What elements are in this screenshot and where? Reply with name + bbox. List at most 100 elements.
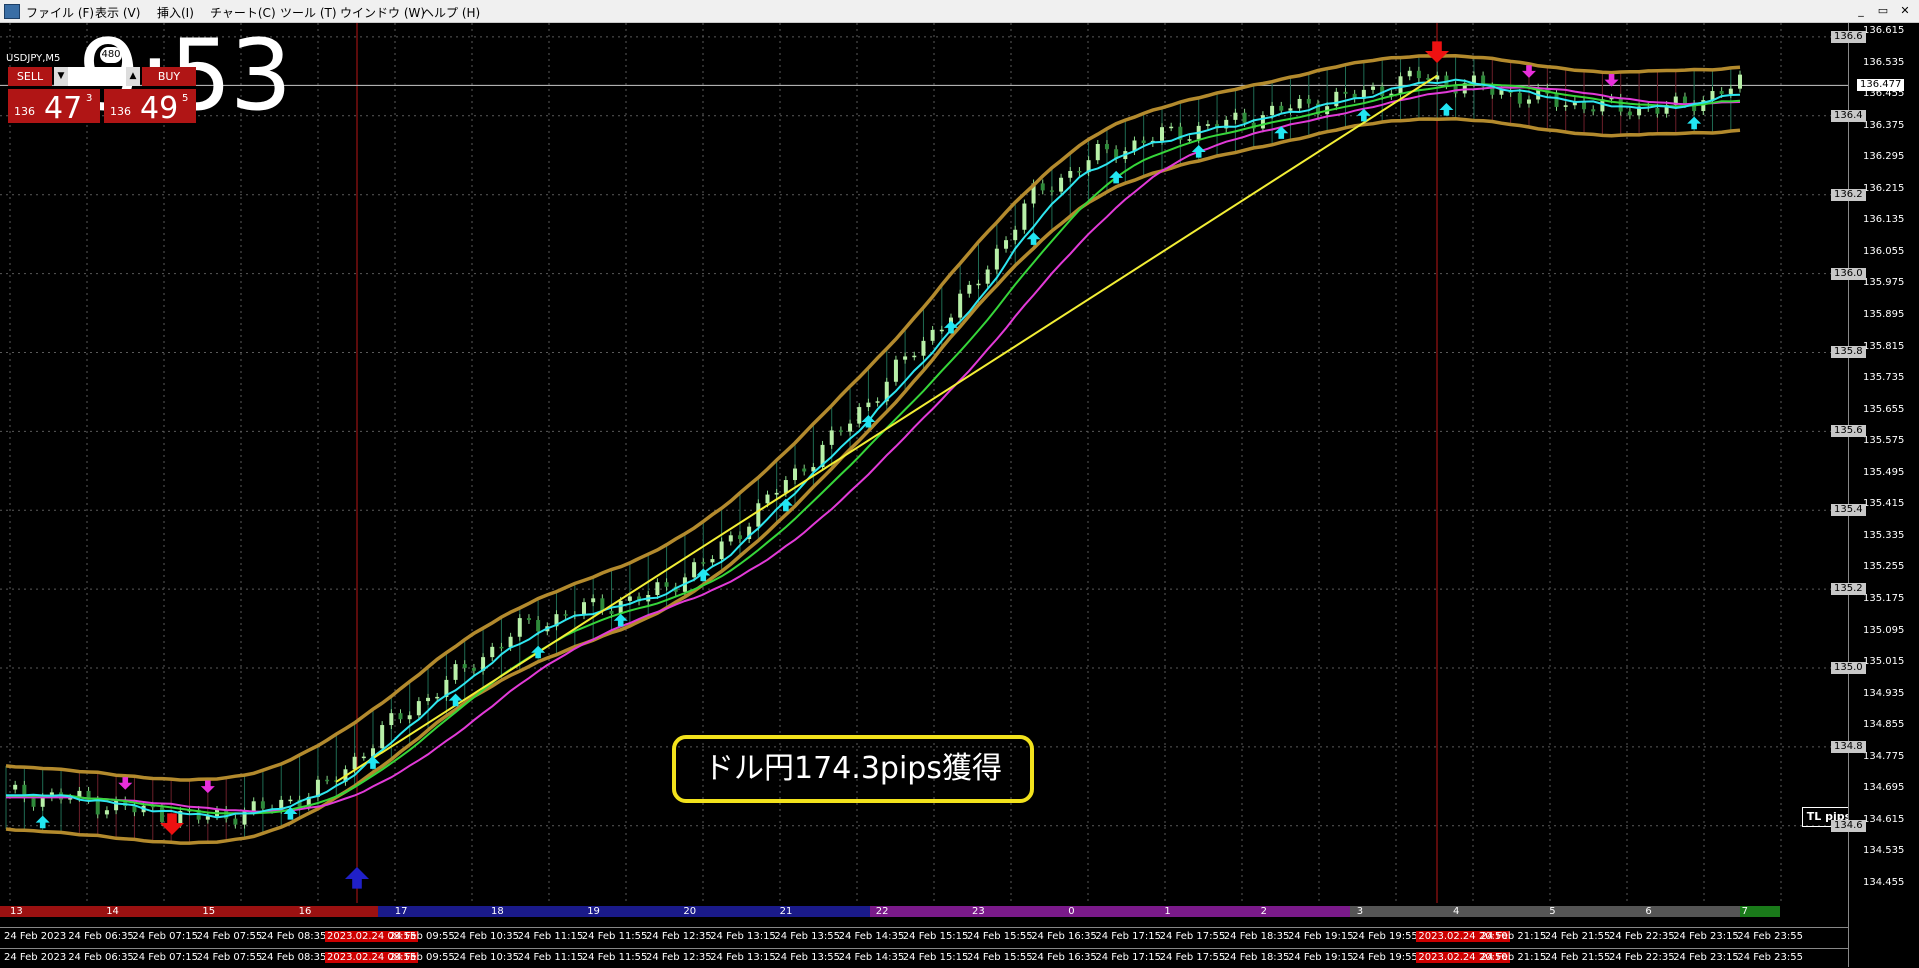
candle-body bbox=[132, 806, 137, 813]
sell-arrow-icon bbox=[1521, 65, 1536, 78]
lot-increase-icon[interactable]: ▲ bbox=[126, 67, 140, 86]
candle-body bbox=[710, 559, 715, 563]
sell-button[interactable]: SELL bbox=[8, 67, 52, 86]
hour-marker-label: 20 bbox=[683, 906, 697, 917]
band-fill bbox=[5, 55, 1732, 844]
candle-body bbox=[380, 725, 385, 749]
price-tick-label: 135.335 bbox=[1863, 529, 1905, 541]
candle-body bbox=[829, 430, 834, 445]
candle-body bbox=[1233, 112, 1238, 120]
session-segment bbox=[870, 906, 1350, 917]
price-chart[interactable] bbox=[0, 23, 1848, 967]
ma-fast-line bbox=[6, 78, 1741, 819]
candle-body bbox=[793, 468, 798, 481]
candle-body bbox=[774, 492, 779, 495]
candle-body bbox=[490, 646, 495, 658]
candle-body bbox=[1591, 109, 1596, 112]
candle-body bbox=[783, 480, 788, 493]
time-tick-label: 24 Feb 14:35 bbox=[838, 952, 905, 963]
buy-price[interactable]: 136 49 5 bbox=[104, 89, 196, 126]
lot-decrease-icon[interactable]: ▼ bbox=[54, 67, 68, 86]
candle-body bbox=[958, 293, 963, 318]
time-tick-label: 24 Feb 12:35 bbox=[646, 931, 712, 942]
candle-body bbox=[563, 614, 568, 616]
candle-body bbox=[526, 618, 531, 621]
sell-arrow-icon bbox=[1604, 74, 1619, 87]
price-tick-label: 136.615 bbox=[1863, 25, 1905, 36]
buy-price-prefix: 136 bbox=[110, 105, 131, 118]
menu-window[interactable]: ウインドウ (W) bbox=[340, 4, 425, 21]
candle-body bbox=[582, 602, 586, 616]
app-icon[interactable] bbox=[4, 4, 20, 19]
candle-body bbox=[416, 701, 421, 716]
candle-body bbox=[967, 284, 972, 294]
price-level-box: 136.2 bbox=[1831, 188, 1866, 201]
candle-body bbox=[499, 646, 504, 649]
buy-signal-arrow-icon bbox=[345, 867, 369, 889]
time-tick-label: 24 Feb 07:15 bbox=[132, 952, 198, 963]
candle-body bbox=[1728, 88, 1733, 94]
candle-body bbox=[471, 667, 476, 671]
lot-size-input[interactable] bbox=[68, 67, 124, 86]
hour-marker-label: 0 bbox=[1068, 906, 1075, 917]
time-tick-label: 24 Feb 23:15 bbox=[1673, 931, 1739, 942]
price-tick-label: 135.815 bbox=[1863, 340, 1905, 352]
sell-price[interactable]: 136 47 3 bbox=[8, 89, 100, 126]
time-axis[interactable]: 24 Feb 2023 24 Feb 06:35 24 Feb 07:15 24 Fe… bbox=[0, 927, 1848, 946]
candle-body bbox=[692, 562, 697, 578]
chart-window[interactable]: USDJPY,M5 9:53 SELL ▼ 480 ▲ BUY 136 47 3… bbox=[0, 23, 1919, 967]
time-tick-label: 24 Feb 07:15 bbox=[132, 931, 198, 942]
candle-body bbox=[903, 356, 908, 360]
candle-body bbox=[664, 582, 669, 587]
candle-body bbox=[1719, 91, 1724, 94]
candle-body bbox=[591, 598, 596, 603]
candle-body bbox=[719, 541, 724, 560]
time-tick-label: 24 Feb 17:15 bbox=[1095, 931, 1161, 942]
minimize-icon[interactable]: _ bbox=[1853, 3, 1869, 18]
price-tick-label: 136.055 bbox=[1863, 245, 1905, 257]
candle-body bbox=[893, 359, 898, 382]
price-level-box: 135.6 bbox=[1831, 425, 1866, 438]
time-tick-label: 24 Feb 06:35 bbox=[68, 952, 134, 963]
time-tick-label: 24 Feb 09:55 bbox=[389, 952, 455, 963]
hour-marker-label: 22 bbox=[875, 906, 889, 917]
price-level-box: 134.6 bbox=[1831, 819, 1866, 832]
candle-body bbox=[260, 801, 265, 809]
candle-body bbox=[398, 713, 403, 720]
restore-icon[interactable]: ▭ bbox=[1875, 3, 1891, 18]
sell-arrow-icon bbox=[200, 780, 215, 794]
hour-marker-label: 6 bbox=[1645, 906, 1652, 917]
time-tick-label: 24 Feb 15:55 bbox=[967, 931, 1033, 942]
session-segment bbox=[1350, 906, 1740, 917]
bollinger-upper-line bbox=[5, 53, 1741, 782]
time-tick-label: 24 Feb 13:15 bbox=[710, 931, 776, 942]
candle-body bbox=[1013, 229, 1018, 241]
time-tick-label: 24 Feb 15:55 bbox=[967, 952, 1033, 963]
price-level-box: 135.2 bbox=[1831, 583, 1866, 596]
candle-body bbox=[1517, 92, 1522, 104]
close-icon[interactable]: ✕ bbox=[1897, 3, 1913, 18]
candle-body bbox=[104, 810, 109, 815]
menu-help[interactable]: ヘルプ (H) bbox=[422, 4, 480, 21]
price-level-box: 136.0 bbox=[1831, 267, 1866, 280]
candle-body bbox=[627, 596, 632, 601]
price-axis[interactable]: 136.615 136.535 136.455 136.375 136.295 136.2… bbox=[1831, 23, 1919, 967]
hour-marker-label: 4 bbox=[1453, 906, 1460, 917]
time-tick-label: 24 Feb 10:35 bbox=[453, 931, 519, 942]
price-tick-label: 135.975 bbox=[1863, 277, 1905, 289]
candle-body bbox=[251, 801, 256, 812]
time-tick-label: 24 Feb 08:35 bbox=[260, 952, 327, 963]
hour-marker-label: 17 bbox=[394, 906, 408, 917]
hour-marker-label: 13 bbox=[10, 906, 23, 917]
price-tick-label: 134.695 bbox=[1863, 782, 1905, 794]
sell-price-prefix: 136 bbox=[14, 105, 35, 118]
buy-arrow-icon bbox=[1191, 145, 1206, 158]
buy-button[interactable]: BUY bbox=[142, 67, 196, 86]
candle-body bbox=[618, 600, 623, 614]
candle-body bbox=[114, 800, 119, 811]
time-tick-label: 24 Feb 16:35 bbox=[1031, 952, 1097, 963]
time-tick-label: 24 Feb 14:35 bbox=[838, 931, 905, 942]
time-tick-label: 24 Feb 18:35 bbox=[1223, 931, 1290, 942]
candle-body bbox=[31, 798, 36, 807]
sell-arrow-icon bbox=[118, 777, 133, 790]
